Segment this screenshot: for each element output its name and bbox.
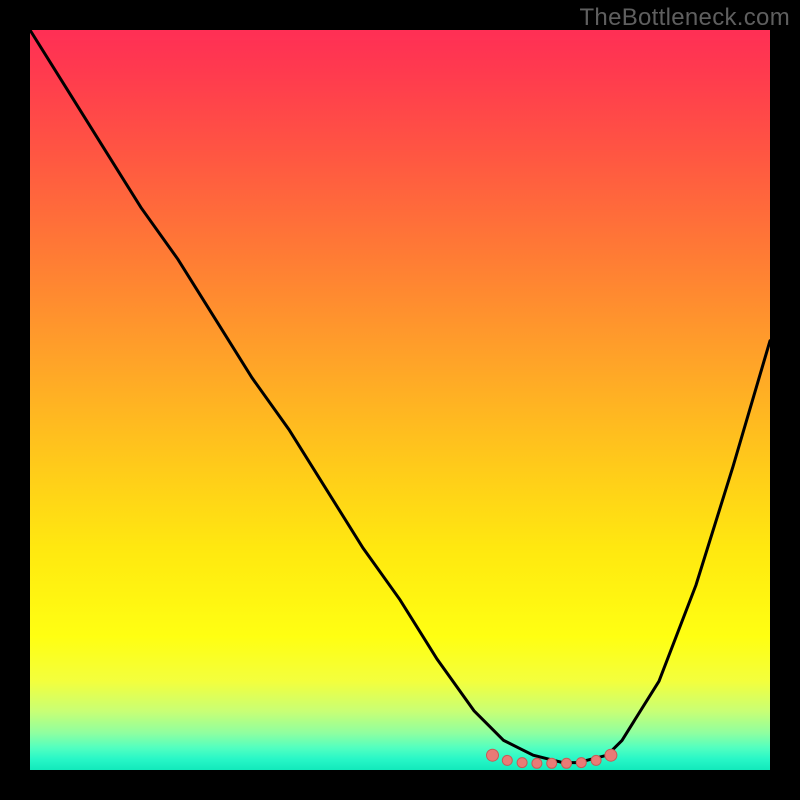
watermark-text: TheBottleneck.com bbox=[579, 4, 790, 32]
curve-marker bbox=[517, 758, 527, 768]
curve-marker bbox=[487, 749, 499, 761]
curve-marker bbox=[502, 755, 512, 765]
curve-marker bbox=[605, 749, 617, 761]
plot-area bbox=[30, 30, 770, 770]
curve-marker bbox=[532, 758, 542, 768]
curve-markers bbox=[487, 749, 617, 768]
curve-marker bbox=[591, 755, 601, 765]
bottleneck-curve bbox=[30, 30, 770, 763]
curve-marker bbox=[576, 758, 586, 768]
chart-frame: TheBottleneck.com bbox=[0, 0, 800, 800]
curve-marker bbox=[562, 758, 572, 768]
curve-marker bbox=[547, 758, 557, 768]
curve-svg bbox=[30, 30, 770, 770]
